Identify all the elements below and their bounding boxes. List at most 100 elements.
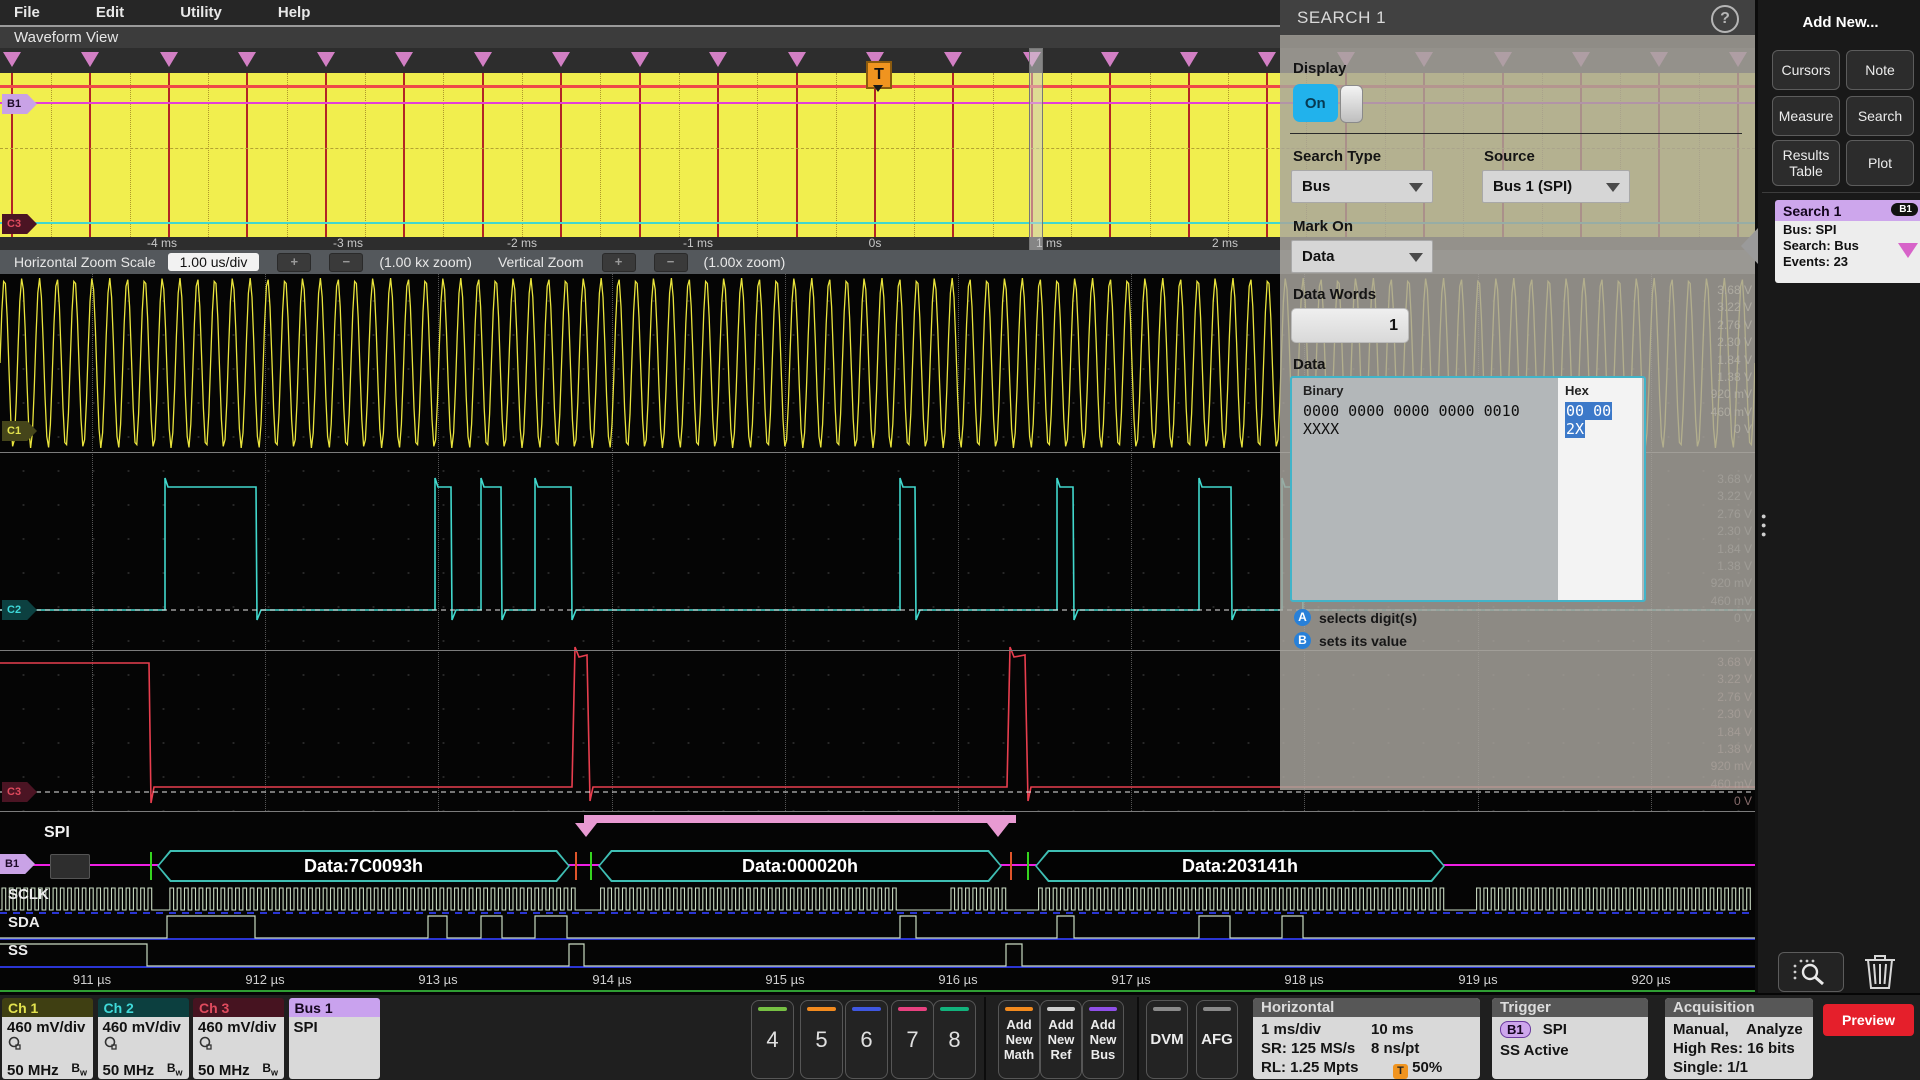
add-new-plot-button[interactable]: Plot [1846, 140, 1914, 186]
trigger-settings[interactable]: Trigger B1 SPI SS Active [1492, 998, 1648, 1079]
search-mark-icon[interactable] [474, 52, 492, 67]
bus-decode-frame[interactable]: Data:000020h [598, 850, 1002, 882]
zoom-time-tick: 913 µs [418, 972, 457, 988]
tab-waveform-view[interactable]: Waveform View [0, 27, 1280, 49]
search-mark-icon[interactable] [3, 52, 21, 67]
channel-color-strip [898, 1007, 927, 1011]
channel-settings: 460 mV/div50 MHzBw [98, 1017, 189, 1079]
v-zoom-plus-button[interactable]: + [602, 253, 636, 272]
search-type-dropdown[interactable]: Bus [1291, 170, 1433, 203]
add-new-cursors-button[interactable]: Cursors [1772, 50, 1840, 90]
search-mark-icon[interactable] [631, 52, 649, 67]
overview-minor-gridline [1150, 73, 1151, 237]
channel-7-button[interactable]: 7 [891, 1000, 934, 1079]
hex-column[interactable]: Hex 00 00 2X [1558, 378, 1642, 600]
search-mark-icon [1898, 243, 1918, 258]
search-mark-icon[interactable] [317, 52, 335, 67]
zoom-time-tick: 914 µs [592, 972, 631, 988]
trigger-condition: SS Active [1500, 1042, 1569, 1059]
add-new-measure-button[interactable]: Measure [1772, 96, 1840, 136]
mark-on-dropdown[interactable]: Data [1291, 240, 1433, 273]
knob-b-hint: sets its value [1319, 633, 1407, 649]
h-zoom-scale-value[interactable]: 1.00 us/div [168, 253, 260, 271]
display-toggle-knob[interactable] [1340, 85, 1363, 123]
bus-handle[interactable] [50, 854, 90, 879]
menu-file[interactable]: File [0, 4, 54, 21]
menu-help[interactable]: Help [264, 4, 325, 21]
add-new-bus-button[interactable]: AddNewBus [1082, 1000, 1124, 1079]
search-mark-icon[interactable] [81, 52, 99, 67]
channel-5-button[interactable]: 5 [800, 1000, 843, 1079]
zoom-time-tick: 912 µs [245, 972, 284, 988]
menu-edit[interactable]: Edit [82, 4, 138, 21]
channel-color-strip [807, 1007, 836, 1011]
display-toggle[interactable]: On [1293, 84, 1363, 122]
add-new-math-button[interactable]: AddNewMath [998, 1000, 1040, 1079]
sclk-label: SCLK [8, 886, 49, 903]
search-mark-icon[interactable] [160, 52, 178, 67]
bus-decode-frame[interactable]: Data:203141h [1035, 850, 1445, 882]
acquisition-settings[interactable]: Acquisition Manual, Analyze High Res: 16… [1665, 998, 1813, 1079]
source-dropdown[interactable]: Bus 1 (SPI) [1482, 170, 1630, 203]
h-zoom-minus-button[interactable]: − [329, 253, 363, 272]
panel-drag-handle[interactable]: ●●● [1761, 512, 1765, 539]
menu-utility[interactable]: Utility [166, 4, 236, 21]
search-mark-icon[interactable] [788, 52, 806, 67]
search-card-header[interactable]: Search 1 B1 [1775, 200, 1920, 221]
search-mark-icon[interactable] [709, 52, 727, 67]
horizontal-settings[interactable]: Horizontal 1 ms/div 10 ms SR: 125 MS/s 8… [1253, 998, 1480, 1079]
add-new-note-button[interactable]: Note [1846, 50, 1914, 90]
add-new-results-table-button[interactable]: Results Table [1772, 140, 1840, 186]
zoom-time-tick: 916 µs [938, 972, 977, 988]
binary-value-line2[interactable]: XXXX [1303, 420, 1339, 438]
zoom-window-indicator[interactable] [1029, 48, 1043, 252]
add-new-ref-button[interactable]: AddNewRef [1040, 1000, 1082, 1079]
search-mark-icon[interactable] [1258, 52, 1276, 67]
channel-badge-ch3[interactable]: Ch 3460 mV/div50 MHzBw [193, 998, 284, 1079]
channel-8-button[interactable]: 8 [933, 1000, 976, 1079]
dvm-button[interactable]: DVM [1146, 1000, 1188, 1079]
bus-decode-frame[interactable]: Data:7C0093h [157, 850, 570, 882]
slice-separator[interactable] [0, 811, 1755, 812]
channel-6-button[interactable]: 6 [845, 1000, 888, 1079]
ss-trace [0, 944, 1755, 966]
channel-badge-ch2[interactable]: Ch 2460 mV/div50 MHzBw [98, 998, 189, 1079]
bandwidth-limit-icon: Bw [262, 1061, 278, 1077]
channel-scale: SPI [294, 1019, 380, 1036]
acq-resolution: High Res: 16 bits [1673, 1040, 1795, 1057]
collapse-arrow-icon[interactable] [1741, 228, 1758, 264]
channel-4-button[interactable]: 4 [751, 1000, 794, 1079]
afg-button[interactable]: AFG [1196, 1000, 1238, 1079]
channel-badge-ch1[interactable]: Ch 1460 mV/div50 MHzBw [2, 998, 93, 1079]
channel-settings: 460 mV/div50 MHzBw [193, 1017, 284, 1079]
data-words-input[interactable]: 1 [1291, 308, 1409, 343]
mark-on-label: Mark On [1293, 218, 1353, 235]
preview-button[interactable]: Preview [1823, 1004, 1914, 1036]
search-mark-icon[interactable] [944, 52, 962, 67]
hex-value-line2[interactable]: 2X [1565, 420, 1585, 438]
menu-bar: File Edit Utility Help [0, 0, 1280, 27]
channel-badge-bus1[interactable]: Bus 1SPI [289, 998, 380, 1079]
search-mark-icon[interactable] [395, 52, 413, 67]
overview-minor-gridline [836, 73, 837, 237]
button-color-strip [1005, 1007, 1033, 1011]
add-new-search-button[interactable]: Search [1846, 96, 1914, 136]
v-zoom-minus-button[interactable]: − [654, 253, 688, 272]
help-icon[interactable]: ? [1711, 5, 1739, 33]
data-pattern-editor[interactable]: Binary 0000 0000 0000 0000 0010 XXXX Hex… [1290, 376, 1646, 602]
search-mark-icon[interactable] [238, 52, 256, 67]
search-mark-icon[interactable] [1180, 52, 1198, 67]
zoom-select-button[interactable] [1778, 952, 1844, 992]
acq-mode: Manual, [1673, 1021, 1729, 1038]
overview-minor-gridline [1071, 73, 1072, 237]
delete-search-button[interactable] [1860, 950, 1900, 992]
search-panel-header[interactable]: SEARCH 1 ? [1280, 0, 1755, 36]
v-zoom-factor: (1.00x zoom) [704, 254, 786, 270]
search-mark-icon[interactable] [1101, 52, 1119, 67]
search-result-card[interactable]: Search 1 B1 Bus: SPISearch: BusEvents: 2… [1775, 200, 1920, 283]
trigger-position-icon[interactable]: T [866, 61, 892, 89]
h-zoom-plus-button[interactable]: + [277, 253, 311, 272]
search-mark-icon[interactable] [552, 52, 570, 67]
hex-value-line1[interactable]: 00 00 [1565, 402, 1612, 420]
binary-value-line1[interactable]: 0000 0000 0000 0000 0010 [1303, 402, 1520, 420]
